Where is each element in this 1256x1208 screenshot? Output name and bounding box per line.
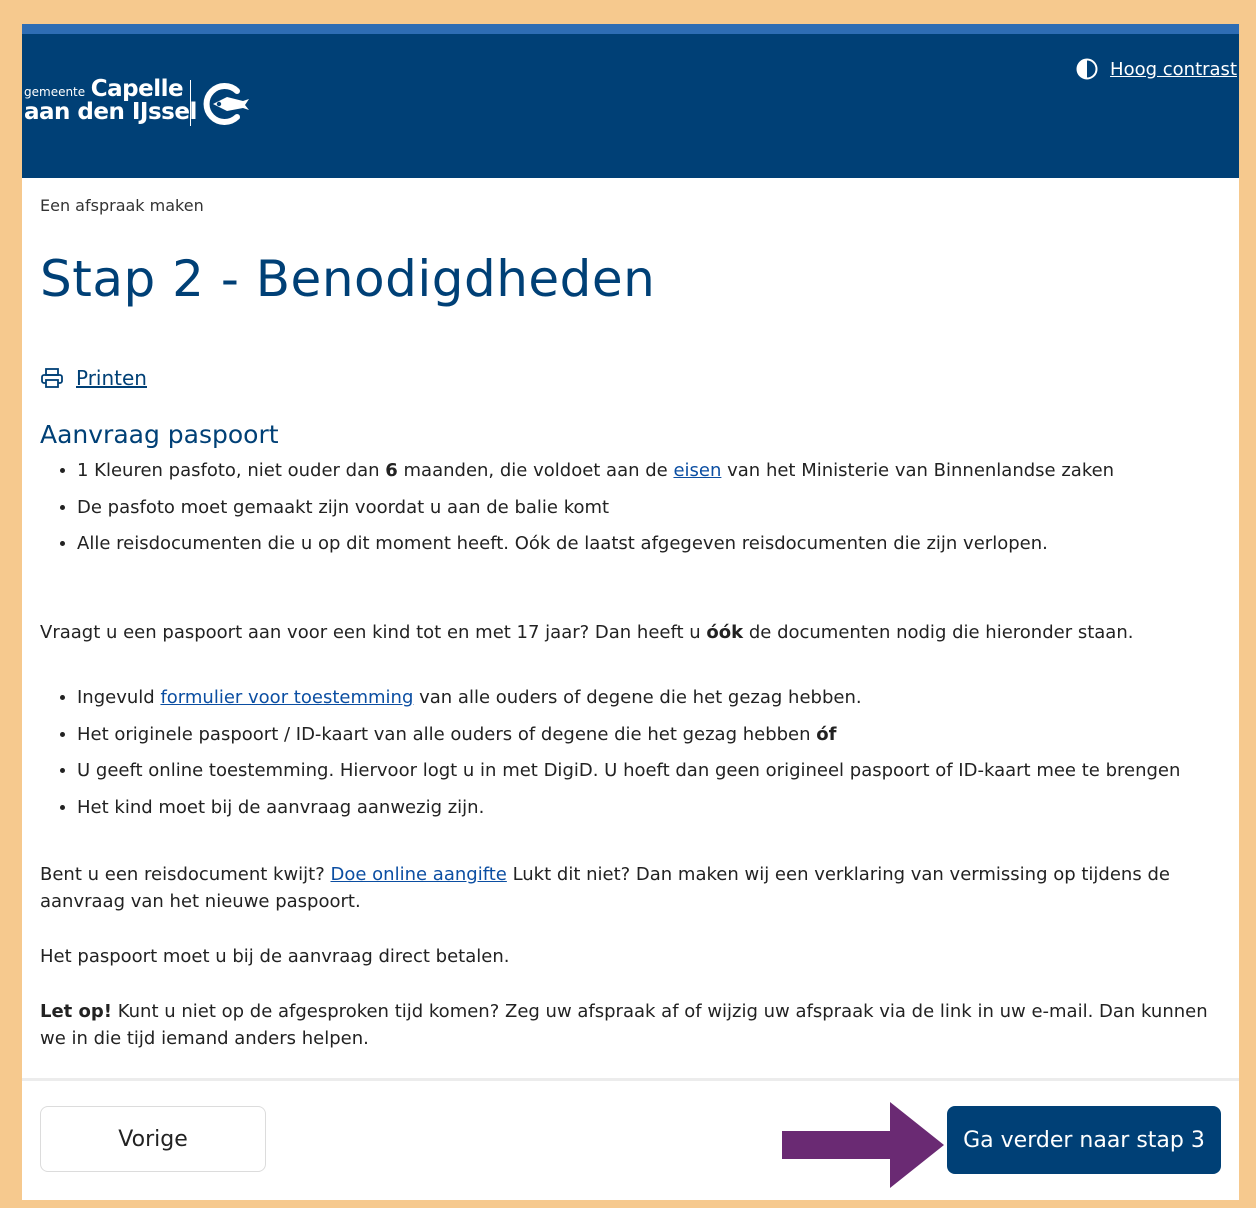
footer-divider	[22, 1078, 1239, 1081]
lost-document-paragraph: Bent u een reisdocument kwijt? Doe onlin…	[40, 861, 1210, 915]
breadcrumb: Een afspraak maken	[40, 196, 204, 215]
requirements-list: 1 Kleuren pasfoto, niet ouder dan 6 maan…	[40, 458, 1114, 568]
page-frame: gemeente Capelle aan den IJssel Hoog con…	[22, 24, 1239, 1200]
list-item: 1 Kleuren pasfoto, niet ouder dan 6 maan…	[77, 458, 1114, 495]
list-item-bold: óf	[816, 723, 837, 745]
high-contrast-toggle[interactable]: Hoog contrast	[1076, 58, 1237, 80]
list-item: U geeft online toestemming. Hiervoor log…	[77, 758, 1180, 795]
consent-form-link[interactable]: formulier voor toestemming	[160, 687, 413, 708]
note-label: Let op!	[40, 1001, 113, 1022]
list-item-text: maanden, die voldoet aan de	[397, 460, 674, 481]
site-header: gemeente Capelle aan den IJssel Hoog con…	[22, 34, 1239, 178]
logo-divider	[190, 80, 191, 126]
section-title: Aanvraag paspoort	[40, 420, 279, 449]
arrow-right-icon	[782, 1102, 944, 1188]
list-item-text: 1 Kleuren pasfoto, niet ouder dan	[77, 460, 386, 481]
capelle-emblem-icon	[203, 83, 249, 125]
print-button[interactable]: Printen	[40, 366, 147, 390]
list-item-bold: 6	[385, 460, 398, 481]
child-requirements-list: Ingevuld formulier voor toestemming van …	[40, 685, 1180, 831]
list-item: De pasfoto moet gemaakt zijn voordat u a…	[77, 495, 1114, 532]
eisen-link[interactable]: eisen	[673, 460, 721, 481]
logo-text-gemeente: gemeente	[24, 85, 86, 99]
page-title: Stap 2 - Benodigdheden	[40, 250, 656, 308]
list-item: Het originele paspoort / ID-kaart van al…	[77, 722, 1180, 759]
paragraph-text: Kunt u niet op de afgesproken tijd komen…	[40, 1001, 1208, 1049]
paragraph-text: Vraagt u een paspoort aan voor een kind …	[40, 622, 707, 643]
logo-text-aan-den-ijssel: aan den IJssel	[24, 99, 197, 125]
high-contrast-link[interactable]: Hoog contrast	[1110, 59, 1237, 80]
print-link[interactable]: Printen	[76, 366, 147, 390]
previous-button[interactable]: Vorige	[40, 1106, 266, 1172]
list-item-text: van het Ministerie van Binnenlandse zake…	[721, 460, 1115, 481]
list-item: Alle reisdocumenten die u op dit moment …	[77, 531, 1114, 568]
paragraph-text: de documenten nodig die hieronder staan.	[743, 622, 1134, 643]
payment-paragraph: Het paspoort moet u bij de aanvraag dire…	[40, 946, 510, 967]
list-item-text: van alle ouders of degene die het gezag …	[413, 687, 862, 708]
municipality-logo[interactable]: gemeente Capelle aan den IJssel	[24, 76, 197, 125]
note-paragraph: Let op! Kunt u niet op de afgesproken ti…	[40, 998, 1210, 1052]
top-accent-stripe	[22, 24, 1239, 34]
list-item: Ingevuld formulier voor toestemming van …	[77, 685, 1180, 722]
online-report-link[interactable]: Doe online aangifte	[331, 864, 507, 885]
paragraph-bold: óók	[706, 622, 744, 643]
paragraph-text: Bent u een reisdocument kwijt?	[40, 864, 331, 885]
list-item: Het kind moet bij de aanvraag aanwezig z…	[77, 795, 1180, 832]
next-step-button[interactable]: Ga verder naar stap 3	[947, 1106, 1221, 1174]
half-circle-contrast-icon	[1076, 58, 1098, 80]
list-item-text: Ingevuld	[77, 687, 161, 708]
printer-icon	[41, 368, 63, 388]
list-item-text: Het originele paspoort / ID-kaart van al…	[77, 723, 817, 745]
child-paragraph: Vraagt u een paspoort aan voor een kind …	[40, 619, 1210, 646]
